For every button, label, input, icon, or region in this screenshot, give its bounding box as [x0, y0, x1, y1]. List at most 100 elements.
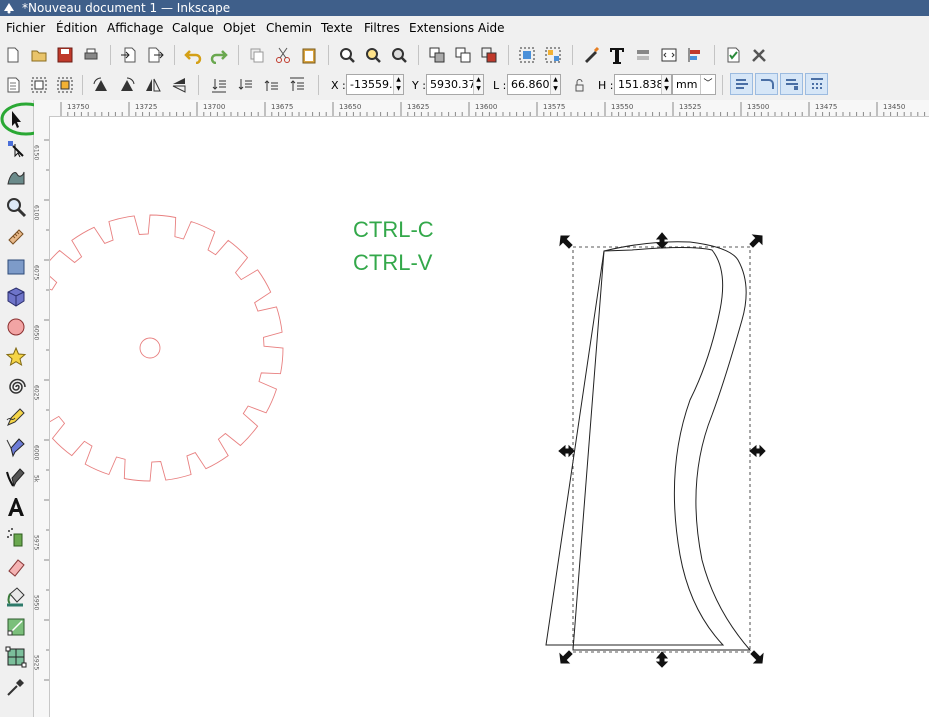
vertical-ruler[interactable]: 6150 6100 6075 6050 6025 6000 5k 5975 59…	[33, 100, 50, 717]
drawing-canvas[interactable]: CTRL-C CTRL-V	[50, 117, 929, 717]
zoom-tool[interactable]	[4, 195, 28, 219]
new-document-button[interactable]	[2, 44, 24, 66]
raise-top-icon	[290, 77, 304, 91]
clone-button[interactable]	[452, 44, 474, 66]
menu-texte[interactable]: Texte	[321, 21, 353, 35]
menu-extensions[interactable]: Extensions	[409, 21, 474, 35]
handle-ne[interactable]	[749, 234, 763, 248]
lower-button[interactable]	[234, 74, 256, 96]
title-bar: *Nouveau document 1 — Inkscape	[0, 0, 929, 16]
tweak-tool[interactable]	[4, 165, 28, 189]
separator	[418, 45, 419, 65]
menu-chemin[interactable]: Chemin	[266, 21, 312, 35]
move-gradients-toggle[interactable]	[780, 73, 803, 95]
y-input[interactable]: 5930.37 ▲ ▼	[426, 74, 484, 95]
x-input[interactable]: -13559. ▲ ▼	[346, 74, 404, 95]
measure-tool[interactable]	[4, 225, 28, 249]
outer-profile-shape[interactable]	[572, 241, 752, 651]
handle-w[interactable]	[558, 444, 575, 458]
menu-calque[interactable]: Calque	[172, 21, 214, 35]
star-tool[interactable]	[4, 345, 28, 369]
rectangle-tool[interactable]	[4, 255, 28, 279]
scale-stroke-toggle[interactable]	[730, 73, 753, 95]
menu-fichier[interactable]: Fichier	[6, 21, 45, 35]
eraser-tool[interactable]	[4, 555, 28, 579]
layers-button[interactable]	[632, 44, 654, 66]
select-all-layers-button[interactable]	[28, 74, 50, 96]
flip-horizontal-button[interactable]	[142, 74, 164, 96]
lock-ratio-button[interactable]	[568, 74, 590, 96]
handle-sw[interactable]	[559, 650, 573, 664]
y-value: 5930.37	[430, 78, 476, 91]
menu-edition[interactable]: Édition	[56, 21, 98, 35]
unlink-clone-button[interactable]	[478, 44, 500, 66]
duplicate-button[interactable]	[426, 44, 448, 66]
document-properties-button[interactable]	[722, 44, 744, 66]
raise-button[interactable]	[260, 74, 282, 96]
raise-to-top-button[interactable]	[286, 74, 308, 96]
width-input[interactable]: 66.860 ▲ ▼	[507, 74, 561, 95]
cut-button[interactable]	[272, 44, 294, 66]
save-button[interactable]	[54, 44, 76, 66]
paste-button[interactable]	[298, 44, 320, 66]
import-button[interactable]	[118, 44, 140, 66]
select-all-button[interactable]	[2, 74, 24, 96]
y-spin-arrows[interactable]: ▲ ▼	[473, 75, 483, 94]
height-input[interactable]: 151.838 ▲ ▼	[614, 74, 672, 95]
scale-corners-toggle[interactable]	[755, 73, 778, 95]
undo-button[interactable]	[182, 44, 204, 66]
zoom-drawing-button[interactable]	[362, 44, 384, 66]
print-button[interactable]	[80, 44, 102, 66]
menu-aide[interactable]: Aide	[478, 21, 505, 35]
node-tool[interactable]	[4, 137, 28, 161]
vruler-label: 5925	[34, 655, 40, 670]
copy-button[interactable]	[246, 44, 268, 66]
handle-nw[interactable]	[559, 235, 573, 249]
ungroup-button[interactable]	[542, 44, 564, 66]
pen-tool[interactable]	[4, 435, 28, 459]
x-spin-arrows[interactable]: ▲ ▼	[393, 75, 403, 94]
move-patterns-toggle[interactable]	[805, 73, 828, 95]
height-spin-arrows[interactable]: ▲ ▼	[661, 75, 671, 94]
dropper-tool[interactable]	[4, 675, 28, 699]
unit-select[interactable]: mm ﹀	[672, 74, 716, 95]
export-button[interactable]	[144, 44, 166, 66]
handle-e[interactable]	[749, 444, 766, 458]
xml-editor-button[interactable]	[658, 44, 680, 66]
inner-profile-shape[interactable]	[545, 247, 725, 646]
deselect-button[interactable]	[54, 74, 76, 96]
menu-affichage[interactable]: Affichage	[107, 21, 163, 35]
redo-button[interactable]	[208, 44, 230, 66]
paint-bucket-tool[interactable]	[4, 585, 28, 609]
separator	[198, 75, 199, 95]
gradient-tool[interactable]	[4, 615, 28, 639]
menu-filtres[interactable]: Filtres	[364, 21, 400, 35]
rotate-cw-button[interactable]	[116, 74, 138, 96]
flip-vertical-button[interactable]	[168, 74, 190, 96]
spiral-tool[interactable]	[4, 375, 28, 399]
zoom-selection-button[interactable]	[336, 44, 358, 66]
mesh-tool[interactable]	[4, 645, 28, 669]
zoom-page-button[interactable]	[388, 44, 410, 66]
3d-box-tool[interactable]	[4, 285, 28, 309]
ellipse-tool[interactable]	[4, 315, 28, 339]
width-spin-arrows[interactable]: ▲ ▼	[550, 75, 560, 94]
pencil-tool[interactable]	[4, 405, 28, 429]
text-tool[interactable]	[4, 495, 28, 519]
align-distribute-button[interactable]	[684, 44, 706, 66]
group-button[interactable]	[516, 44, 538, 66]
fill-stroke-button[interactable]	[580, 44, 602, 66]
calligraphy-tool[interactable]	[4, 465, 28, 489]
text-font-button[interactable]	[606, 44, 628, 66]
lower-to-bottom-button[interactable]	[208, 74, 230, 96]
menu-objet[interactable]: Objet	[223, 21, 255, 35]
rotate-ccw-button[interactable]	[90, 74, 112, 96]
preferences-button[interactable]	[748, 44, 770, 66]
handle-se[interactable]	[750, 650, 764, 664]
document-properties-icon	[727, 47, 740, 63]
handle-n[interactable]	[655, 232, 669, 249]
open-button[interactable]	[28, 44, 50, 66]
horizontal-ruler[interactable]: 13750 13725 13700 13675 13650 13625 1360…	[49, 100, 929, 117]
handle-s[interactable]	[655, 651, 669, 668]
spray-tool[interactable]	[4, 525, 28, 549]
